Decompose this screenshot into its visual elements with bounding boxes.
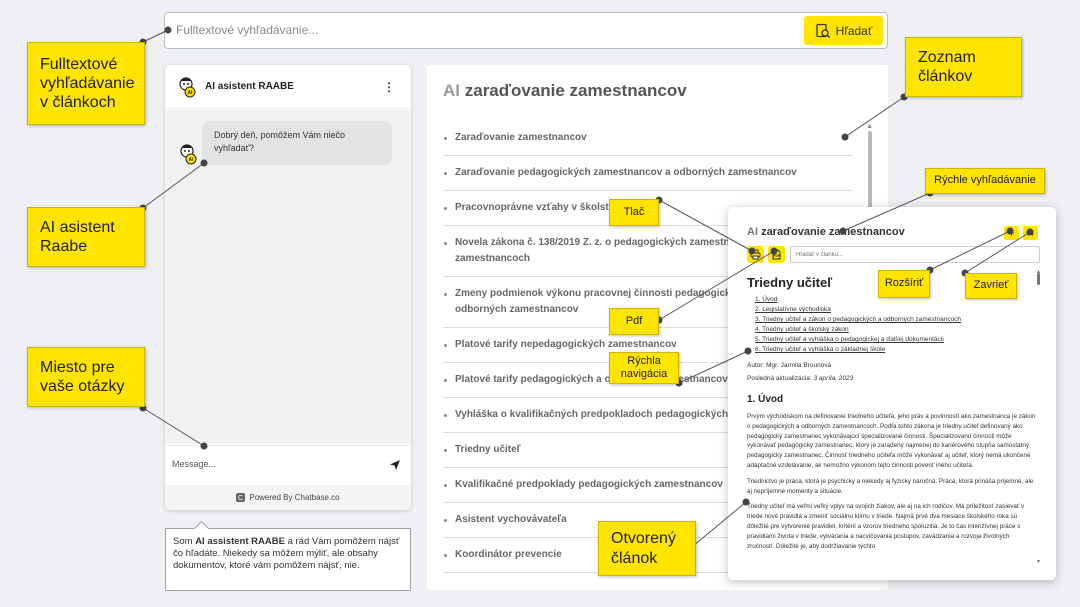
assistant-avatar-icon: AI bbox=[179, 76, 196, 97]
article-paragraph: Prvým východiskom na definovanie triedne… bbox=[747, 413, 1036, 469]
assistant-avatar-icon: AI bbox=[180, 144, 197, 165]
quick-navigation: 1. Úvod 2. Legislatívne východiská 3. Tr… bbox=[755, 295, 961, 355]
title-text: zaraďovanie zamestnancov bbox=[464, 81, 687, 100]
callout-close: Zavrieť bbox=[965, 273, 1017, 299]
article-item[interactable]: Zaraďovanie pedagogických zamestnancov a… bbox=[443, 156, 853, 191]
fulltext-search-bar: Hľadať bbox=[164, 12, 888, 49]
callout-expand: Rozšíriť bbox=[878, 270, 930, 298]
toc-link[interactable]: 2. Legislatívne východiská bbox=[755, 305, 961, 315]
updated-label: Posledná aktualizácia: bbox=[747, 375, 814, 382]
popup-title-text: zaraďovanie zamestnancov bbox=[761, 226, 905, 238]
search-button-label: Hľadať bbox=[835, 23, 873, 38]
message-composer bbox=[165, 445, 411, 485]
article-heading: Triedny učiteľ bbox=[747, 275, 833, 290]
assistant-message: Dobrý deň, pomôžem Vám niečo vyhľadať? bbox=[202, 121, 392, 165]
callout-question-place: Miesto pre vaše otázky bbox=[27, 347, 145, 407]
callout-open-article: Otvorený článok bbox=[598, 521, 696, 576]
callout-quick-search: Rýchle vyhľadávanie bbox=[925, 168, 1045, 194]
callout-ai-assistant: AI asistent Raabe bbox=[27, 207, 145, 267]
chat-title: AI asistent RAABE bbox=[205, 81, 294, 92]
toc-link[interactable]: 4. Triedny učiteľ a školský zákon bbox=[755, 325, 961, 335]
popup-title-ai: AI bbox=[747, 226, 758, 238]
powered-by-label: Powered By Chatbase.co bbox=[249, 493, 340, 502]
toc-link[interactable]: 6. Triedny učiteľ a vyhláška o základnej… bbox=[755, 345, 961, 355]
article-list-title: AI zaraďovanie zamestnancov bbox=[443, 81, 687, 101]
popup-scrollbar[interactable] bbox=[1037, 273, 1040, 285]
callout-print: Tlač bbox=[609, 199, 659, 226]
callout-pdf: Pdf bbox=[609, 308, 659, 335]
scroll-up-icon[interactable]: ▲ bbox=[866, 123, 873, 130]
pdf-icon[interactable]: PDF bbox=[768, 246, 785, 263]
updated-date: 3 apríla. 2023 bbox=[813, 375, 854, 382]
section-heading: 1. Úvod bbox=[747, 394, 784, 405]
print-icon[interactable] bbox=[747, 246, 764, 263]
article-item[interactable]: Zaraďovanie zamestnancov bbox=[443, 121, 853, 156]
article-popup: AI zaraďovanie zamestnancov + ✕ PDF Trie… bbox=[728, 207, 1056, 580]
toc-link[interactable]: 5. Triedny učiteľ a vyhláška o pedagogic… bbox=[755, 335, 961, 345]
popup-title: AI zaraďovanie zamestnancov bbox=[747, 226, 905, 238]
article-paragraph: Triednictvo je práca, ktorá je psychicky… bbox=[747, 477, 1034, 495]
chat-panel: AI AI asistent RAABE ⋮ AI Dobrý deň, pom… bbox=[165, 65, 411, 510]
title-ai-prefix: AI bbox=[443, 81, 460, 100]
callout-article-list: Zoznam článkov bbox=[905, 37, 1022, 97]
close-button[interactable]: ✕ bbox=[1023, 226, 1038, 240]
chat-messages[interactable]: AI Dobrý deň, pomôžem Vám niečo vyhľadať… bbox=[165, 110, 411, 444]
toc-link[interactable]: 1. Úvod bbox=[755, 295, 961, 305]
send-icon[interactable] bbox=[389, 459, 401, 471]
note-assistant-name: AI assistent RAABE bbox=[195, 536, 285, 547]
svg-text:PDF: PDF bbox=[773, 254, 779, 258]
callout-quick-navigation: Rýchla navigácia bbox=[609, 352, 679, 384]
search-input[interactable] bbox=[176, 23, 776, 37]
more-options-icon[interactable]: ⋮ bbox=[383, 80, 395, 94]
article-body: Prvým východiskom na definovanie triedne… bbox=[747, 412, 1037, 557]
document-search-icon bbox=[816, 23, 830, 38]
chatbase-logo-icon: C bbox=[236, 493, 246, 502]
chat-header: AI AI asistent RAABE ⋮ bbox=[165, 65, 411, 109]
note-prefix: Som bbox=[173, 536, 196, 547]
expand-button[interactable]: + bbox=[1004, 226, 1019, 240]
article-updated: Posledná aktualizácia: 3 apríla. 2023 bbox=[747, 375, 853, 382]
message-input[interactable] bbox=[172, 459, 352, 469]
article-paragraph: Triedny učiteľ má veľmi veľký vplyv na s… bbox=[747, 503, 1025, 550]
article-author: Autor: Mgr. Jarmila Brounová bbox=[747, 362, 832, 369]
article-search-input[interactable] bbox=[790, 246, 1040, 263]
svg-text:AI: AI bbox=[189, 157, 195, 163]
toc-link[interactable]: 3. Triedny učiteľ a zákon o pedagogickýc… bbox=[755, 315, 961, 325]
scroll-down-icon[interactable]: ▼ bbox=[1036, 559, 1041, 565]
callout-fulltext-search: Fulltextové vyhľadávanie v článkoch bbox=[27, 42, 145, 125]
svg-text:C: C bbox=[238, 495, 243, 502]
svg-text:AI: AI bbox=[188, 90, 194, 96]
search-button[interactable]: Hľadať bbox=[804, 16, 883, 45]
assistant-info-note: Som AI assistent RAABE a rád Vám pomôžem… bbox=[165, 528, 411, 591]
chat-footer: C Powered By Chatbase.co bbox=[165, 485, 411, 510]
